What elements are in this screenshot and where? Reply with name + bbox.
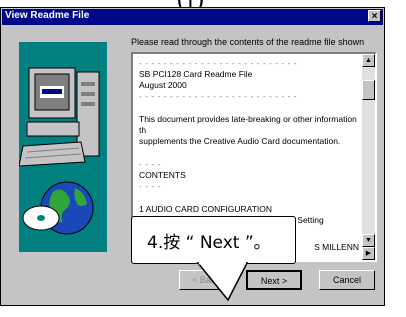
callout-pointer-icon bbox=[196, 261, 249, 302]
